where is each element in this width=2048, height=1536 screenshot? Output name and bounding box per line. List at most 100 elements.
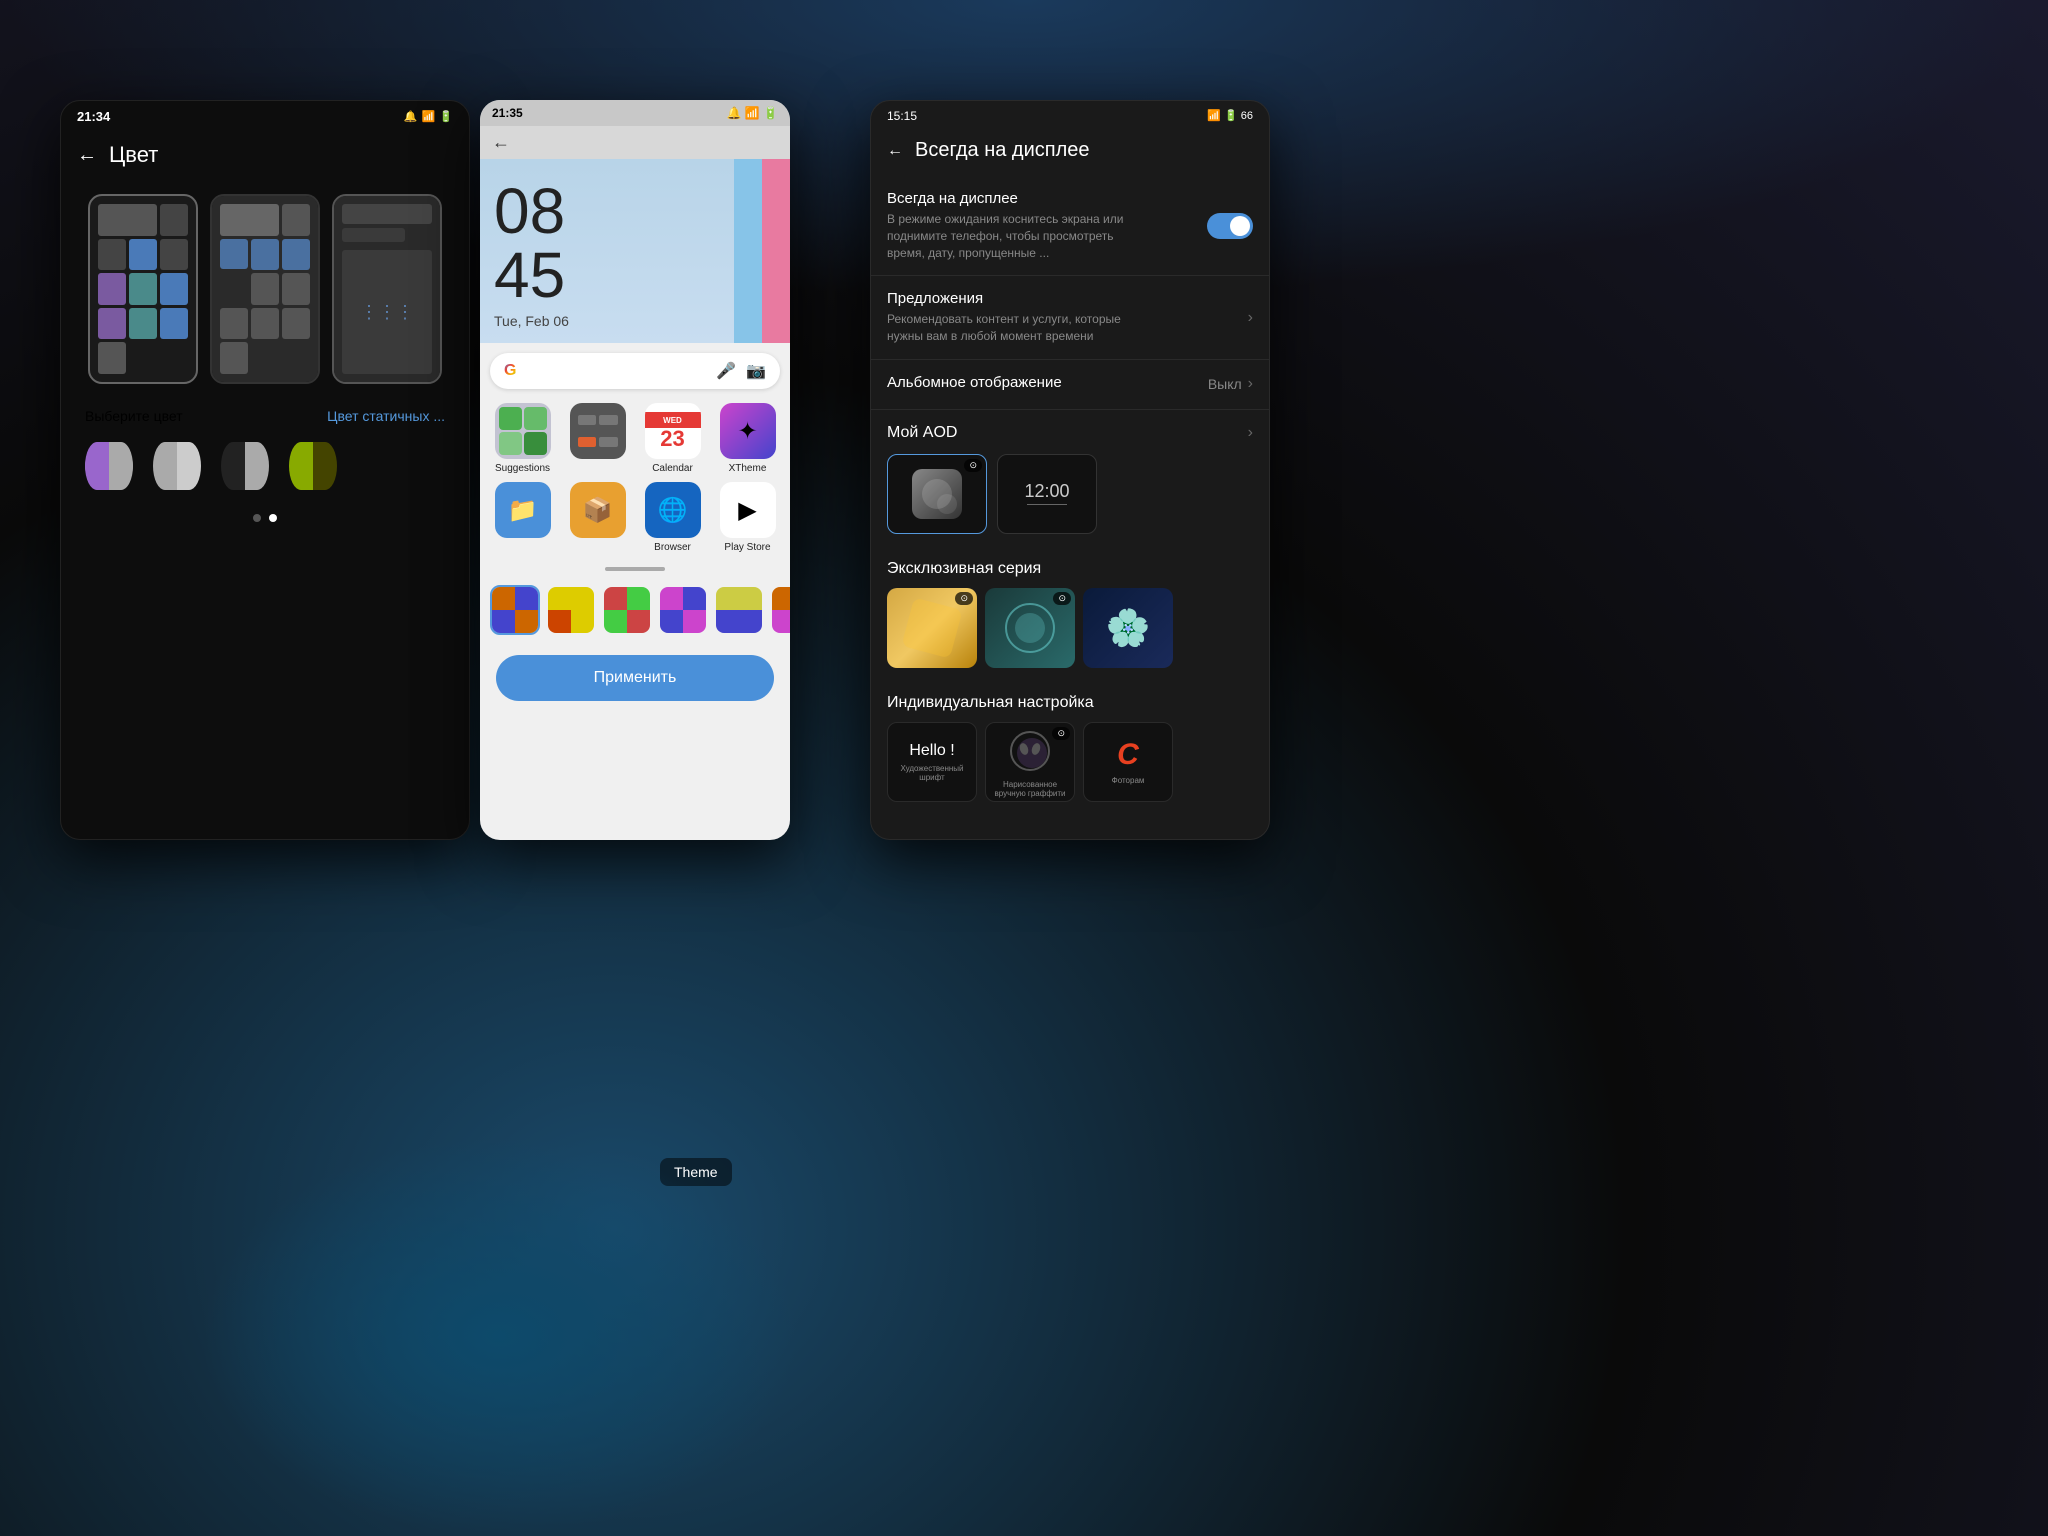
suggestions-label: Suggestions — [495, 463, 550, 474]
status-bar-middle: 21:35 🔔 📶 🔋 — [480, 100, 790, 126]
calendar-label: Calendar — [652, 463, 693, 474]
theme-swatch-3[interactable] — [602, 585, 652, 635]
setting-always-on[interactable]: Всегда на дисплее В режиме ожидания косн… — [871, 176, 1269, 276]
exc-badge-1: ⊙ — [955, 592, 973, 605]
color-label-right[interactable]: Цвет статичных ... — [327, 408, 445, 424]
header-right: ← Всегда на дисплее — [871, 131, 1269, 176]
calendar-icon: WED 23 — [645, 403, 701, 459]
app-browser[interactable]: 🌐 Browser — [638, 482, 707, 553]
box-icon: 📦 — [570, 482, 626, 538]
aod-previews: ⊙ 12:00 — [871, 448, 1269, 546]
setting-suggestions-desc: Рекомендовать контент и услуги, которые … — [887, 311, 1147, 345]
color-strips — [734, 159, 790, 343]
suggestions-icon — [495, 403, 551, 459]
color-strip-blue — [734, 159, 762, 343]
header-middle: ← — [480, 126, 790, 159]
status-icons-right: 📶 🔋 66 — [1207, 109, 1253, 123]
back-arrow-right[interactable]: ← — [887, 142, 903, 160]
drawing-label: Нарисованное вручную граффити — [986, 780, 1074, 798]
toggle-aod[interactable] — [1207, 213, 1253, 239]
color-strip-pink — [762, 159, 790, 343]
setting-suggestions[interactable]: Предложения Рекомендовать контент и услу… — [871, 276, 1269, 360]
search-icons: 🎤 📷 — [716, 361, 766, 381]
app-calculator[interactable] — [563, 403, 632, 474]
exclusive-1[interactable]: ⊙ — [887, 588, 977, 668]
phone-preview-1[interactable] — [88, 194, 198, 384]
time-left: 21:34 — [77, 109, 110, 124]
aod-badge-1: ⊙ — [964, 459, 982, 472]
theme-swatches-row — [480, 577, 790, 643]
aod-preview-2[interactable]: 12:00 — [997, 454, 1097, 534]
theme-swatch-2[interactable] — [546, 585, 596, 635]
app-grid-row2: 📁 📦 🌐 Browser ▶ Play Store — [480, 478, 790, 557]
settings-list: Всегда на дисплее В режиме ожидания косн… — [871, 176, 1269, 410]
status-icons-middle: 🔔 📶 🔋 — [727, 106, 779, 120]
app-suggestions[interactable]: Suggestions — [488, 403, 557, 474]
phone-preview-2[interactable] — [210, 194, 320, 384]
setting-album[interactable]: Альбомное отображение Выкл › — [871, 360, 1269, 410]
app-xtheme[interactable]: ✦ XTheme — [713, 403, 782, 474]
photo-label: Фоторам — [1108, 776, 1149, 785]
color-label-left: Выберите цвет — [85, 408, 183, 424]
setting-album-value: Выкл — [1208, 376, 1242, 392]
app-box[interactable]: 📦 — [563, 482, 632, 553]
exclusive-previews: ⊙ ⊙ 🌸 — [871, 584, 1269, 680]
mic-icon[interactable]: 🎤 — [716, 361, 736, 381]
clock-display: 08 45 Tue, Feb 06 — [480, 159, 790, 343]
calculator-icon — [570, 403, 626, 459]
browser-label: Browser — [654, 542, 691, 553]
playstore-label: Play Store — [724, 542, 770, 553]
custom-photo[interactable]: C Фоторам — [1083, 722, 1173, 802]
setting-suggestions-title: Предложения — [887, 290, 1248, 307]
phone-preview-3[interactable]: ⋮⋮⋮ — [332, 194, 442, 384]
xtheme-label: XTheme — [729, 463, 767, 474]
status-icons-left: 🔔📶🔋 — [404, 109, 453, 124]
app-playstore[interactable]: ▶ Play Store — [713, 482, 782, 553]
hello-text: Hello ! — [909, 742, 954, 760]
scroll-indicator — [605, 567, 665, 571]
setting-album-title: Альбомное отображение — [887, 374, 1208, 391]
search-bar[interactable]: G 🎤 📷 — [490, 353, 780, 389]
exclusive-2[interactable]: ⊙ — [985, 588, 1075, 668]
page-title-right: Всегда на дисплее — [915, 139, 1090, 162]
color-swatches — [61, 434, 469, 510]
right-panel: 15:15 📶 🔋 66 ← Всегда на дисплее Всегда … — [870, 100, 1270, 840]
pagination-dots — [61, 510, 469, 526]
setting-aod-title: Всегда на дисплее — [887, 190, 1207, 207]
left-panel: 21:34 🔔📶🔋 ← Цвет — [60, 100, 470, 840]
chevron-my-aod: › — [1248, 424, 1253, 442]
back-arrow-left[interactable]: ← — [77, 144, 97, 167]
swatch-3[interactable] — [221, 442, 269, 490]
apply-button-area: Применить — [480, 643, 790, 713]
camera-icon[interactable]: 📷 — [746, 361, 766, 381]
aod-preview-1[interactable]: ⊙ — [887, 454, 987, 534]
theme-swatch-4[interactable] — [658, 585, 708, 635]
color-section-labels: Выберите цвет Цвет статичных ... — [61, 394, 469, 434]
dot-1 — [253, 514, 261, 522]
app-grid-row1: Suggestions WED 23 Calendar — [480, 399, 790, 478]
exclusive-3[interactable]: 🌸 — [1083, 588, 1173, 668]
theme-swatch-5[interactable] — [714, 585, 764, 635]
exc-badge-2: ⊙ — [1053, 592, 1071, 605]
app-calendar[interactable]: WED 23 Calendar — [638, 403, 707, 474]
custom-drawing[interactable]: ⊙ Нарисованное вручную граффити — [985, 722, 1075, 802]
theme-swatch-6[interactable] — [770, 585, 790, 635]
status-bar-left: 21:34 🔔📶🔋 — [61, 101, 469, 132]
back-arrow-middle[interactable]: ← — [492, 132, 510, 153]
browser-icon: 🌐 — [645, 482, 701, 538]
dot-2 — [269, 514, 277, 522]
theme-label: Theme — [660, 1158, 732, 1186]
setting-aod-desc: В режиме ожидания коснитесь экрана или п… — [887, 211, 1147, 261]
custom-hello[interactable]: Hello ! Художественный шрифт — [887, 722, 977, 802]
google-g-icon: G — [504, 362, 516, 380]
apply-button[interactable]: Применить — [496, 655, 774, 701]
files-icon: 📁 — [495, 482, 551, 538]
middle-panel: 21:35 🔔 📶 🔋 ← 08 45 Tue, Feb 06 G 🎤 📷 — [480, 100, 790, 840]
playstore-icon: ▶ — [720, 482, 776, 538]
swatch-1[interactable] — [85, 442, 133, 490]
xtheme-icon: ✦ — [720, 403, 776, 459]
app-files[interactable]: 📁 — [488, 482, 557, 553]
swatch-2[interactable] — [153, 442, 201, 490]
swatch-4[interactable] — [289, 442, 337, 490]
theme-swatch-1[interactable] — [490, 585, 540, 635]
